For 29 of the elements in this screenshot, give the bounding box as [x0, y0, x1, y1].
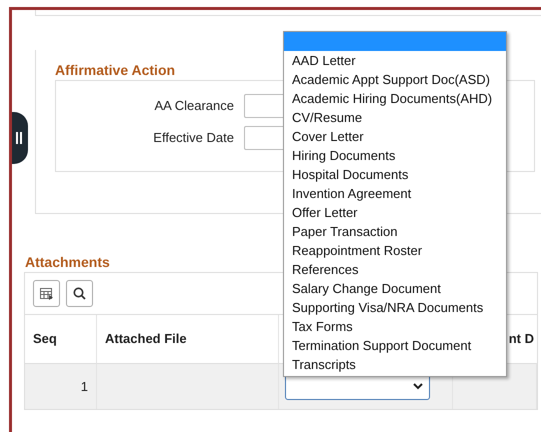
field-label: AA Clearance [154, 97, 234, 116]
section-title: Affirmative Action [55, 61, 176, 80]
pause-bars-icon [16, 132, 22, 144]
dropdown-option[interactable]: Academic Appt Support Doc(ASD) [284, 70, 506, 89]
dropdown-option[interactable]: Cover Letter [284, 127, 506, 146]
chevron-down-icon [413, 383, 423, 390]
dropdown-option[interactable]: Tax Forms [284, 317, 506, 336]
search-icon [73, 287, 86, 300]
dropdown-option[interactable]: References [284, 260, 506, 279]
dropdown-option[interactable]: Termination Support Document [284, 336, 506, 355]
field-label: Effective Date [152, 129, 234, 148]
dropdown-option[interactable]: AAD Letter [284, 51, 506, 70]
section-title: Attachments [25, 254, 110, 270]
dropdown-option[interactable]: Supporting Visa/NRA Documents [284, 298, 506, 317]
dropdown-option[interactable]: Paper Transaction [284, 222, 506, 241]
dropdown-option[interactable]: Hiring Documents [284, 146, 506, 165]
grid-settings-icon [40, 288, 54, 300]
dropdown-option[interactable]: Transcripts [284, 355, 506, 374]
table-cell: 1 [25, 363, 97, 409]
dropdown-option[interactable]: Offer Letter [284, 203, 506, 222]
dropdown-option[interactable]: Invention Agreement [284, 184, 506, 203]
dropdown-option[interactable]: Hospital Documents [284, 165, 506, 184]
dropdown-option[interactable]: Salary Change Document [284, 279, 506, 298]
search-button[interactable] [66, 280, 93, 307]
panel-toggle-handle[interactable] [12, 112, 28, 164]
dropdown-option[interactable]: Reappointment Roster [284, 241, 506, 260]
dropdown-option[interactable]: CV/Resume [284, 108, 506, 127]
personalize-button[interactable] [33, 280, 60, 307]
dropdown-option[interactable]: Academic Hiring Documents(AHD) [284, 89, 506, 108]
